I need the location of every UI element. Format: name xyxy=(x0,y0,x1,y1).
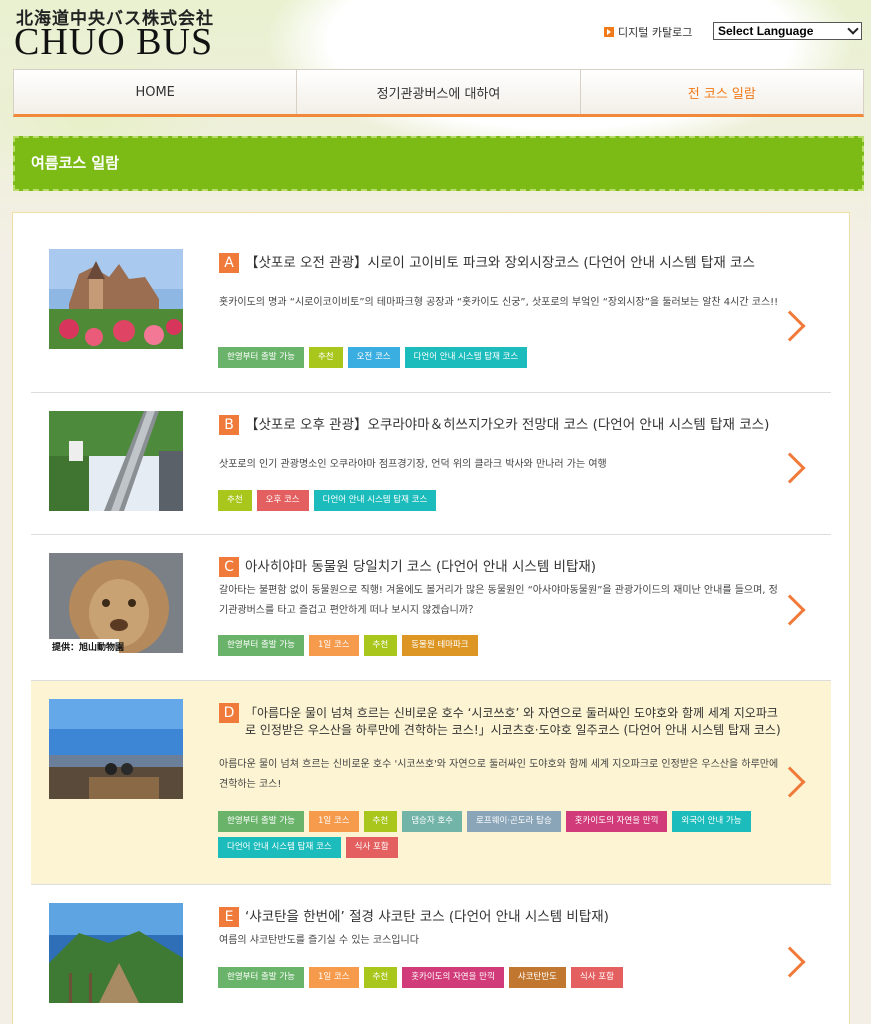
digital-catalog-label: 디지털 카탈로그 xyxy=(618,26,693,39)
tag: 추천 xyxy=(363,635,398,656)
course-description: 갈아타는 불편함 없이 동물원으로 직행! 겨울에도 볼거리가 많은 동물원인 … xyxy=(219,585,778,616)
tag: 한영부터 출발 가능 xyxy=(218,347,304,368)
tag: 1일 코스 xyxy=(308,967,359,988)
tag: 1일 코스 xyxy=(308,811,359,832)
tag: 오전 코스 xyxy=(347,347,400,368)
course-description: 여름의 샤코탄반도를 즐기실 수 있는 코스입니다 xyxy=(219,935,419,946)
course-description: 홋카이도의 명과 “시로이코이비토”의 테마파크형 공장과 “홋카이도 신궁”,… xyxy=(219,297,779,308)
tag: 추천 xyxy=(308,347,343,368)
course-tags: 한영부터 출발 가능 1일 코스 추천 홋카이도의 자연을 만끽 샤코탄반도 식… xyxy=(218,967,788,988)
course-thumbnail[interactable] xyxy=(49,249,183,349)
course-tags: 추천 오후 코스 다언어 안내 시스템 탑재 코스 xyxy=(218,490,788,511)
tag: 다언어 안내 시스템 탑재 코스 xyxy=(313,490,437,511)
thumbnail-caption: 提供：旭山動物園 xyxy=(52,643,125,653)
tag: 한영부터 출발 가능 xyxy=(218,967,304,988)
course-thumbnail[interactable] xyxy=(49,903,183,1003)
course-letter: D xyxy=(219,703,239,723)
tag: 홋카이도의 자연을 만끽 xyxy=(565,811,668,832)
tag: 동물원 테마파크 xyxy=(402,635,478,656)
course-letter: C xyxy=(219,557,239,577)
tag: 추천 xyxy=(363,811,398,832)
course-title[interactable]: 아사히야마 동물원 당일치기 코스 (다언어 안내 시스템 비탑재) xyxy=(245,559,785,576)
nav-home[interactable]: HOME xyxy=(14,70,298,114)
tag: 한영부터 출발 가능 xyxy=(218,635,304,656)
tag: 추천 xyxy=(363,967,398,988)
section-title: 여름코스 일람 xyxy=(13,136,864,191)
nav-about[interactable]: 정기관광버스에 대하여 xyxy=(297,70,581,114)
tag: 샤코탄반도 xyxy=(508,967,566,988)
course-letter: E xyxy=(219,907,239,927)
logo-english[interactable]: CHUO BUS xyxy=(14,22,213,62)
tag: 댐승자 호수 xyxy=(402,811,462,832)
tag: 외국어 안내 가능 xyxy=(672,811,751,832)
tag: 로프웨이·곤도라 탑승 xyxy=(467,811,561,832)
tag: 식사 포함 xyxy=(345,837,398,858)
play-arrow-icon xyxy=(604,27,614,37)
course-letter: A xyxy=(219,253,239,273)
course-tags: 한영부터 출발 가능 1일 코스 추천 동물원 테마파크 xyxy=(218,635,788,656)
course-title[interactable]: ‘샤코탄을 한번에’ 절경 샤코탄 코스 (다언어 안내 시스템 비탑재) xyxy=(245,909,785,926)
course-thumbnail[interactable] xyxy=(49,699,183,799)
course-list: A 【삿포로 오전 관광】시로이 고이비토 파크와 장외시장코스 (다언어 안내… xyxy=(12,212,850,1024)
course-thumbnail[interactable]: 提供：旭山動物園 xyxy=(49,553,183,653)
tag: 1일 코스 xyxy=(308,635,359,656)
tag: 홋카이도의 자연을 만끽 xyxy=(402,967,504,988)
digital-catalog-link[interactable]: 디지털 카탈로그 xyxy=(604,24,692,40)
nav-all-courses[interactable]: 전 코스 일람 xyxy=(581,70,863,114)
language-select-value: Select Language xyxy=(718,24,814,38)
language-select[interactable]: Select Language xyxy=(713,22,862,40)
tag: 한영부터 출발 가능 xyxy=(218,811,304,832)
main-nav: HOME 정기관광버스에 대하여 전 코스 일람 xyxy=(13,69,864,117)
course-item-d[interactable]: D 「아름다운 물이 넘쳐 흐르는 신비로운 호수 ‘시코쓰호’ 와 자연으로 … xyxy=(31,681,831,885)
header: 北海道中央バス株式会社 CHUO BUS 디지털 카탈로그 Select Lan… xyxy=(0,0,871,66)
course-title[interactable]: 「아름다운 물이 넘쳐 흐르는 신비로운 호수 ‘시코쓰호’ 와 자연으로 둘러… xyxy=(245,705,785,739)
course-description: 아름다운 물이 넘쳐 흐르는 신비로운 호수 '시코쓰호'와 자연으로 둘러싸인… xyxy=(219,759,779,790)
chevron-right-icon[interactable] xyxy=(774,310,806,342)
course-thumbnail[interactable] xyxy=(49,411,183,511)
course-tags: 한영부터 출발 가능 1일 코스 추천 댐승자 호수 로프웨이·곤도라 탑승 홋… xyxy=(218,811,788,858)
course-tags: 한영부터 출발 가능 추천 오전 코스 다언어 안내 시스템 탑재 코스 xyxy=(218,347,788,368)
course-description: 삿포로의 인기 관광명소인 오쿠라야마 점프경기장, 언덕 위의 클라크 박사와… xyxy=(219,459,607,470)
tag: 추천 xyxy=(218,490,252,511)
course-title-text: 「아름다운 물이 넘쳐 흐르는 신비로운 호수 ‘시코쓰호’ 와 자연으로 둘러… xyxy=(245,706,781,737)
tag: 오후 코스 xyxy=(256,490,309,511)
chevron-down-icon xyxy=(847,23,859,35)
course-title[interactable]: 【삿포로 오후 관광】오쿠라야마＆히쓰지가오카 전망대 코스 (다언어 안내 시… xyxy=(245,417,785,434)
course-item-a[interactable]: A 【삿포로 오전 관광】시로이 고이비토 파크와 장외시장코스 (다언어 안내… xyxy=(31,227,831,393)
course-letter: B xyxy=(219,415,239,435)
course-title[interactable]: 【삿포로 오전 관광】시로이 고이비토 파크와 장외시장코스 (다언어 안내 시… xyxy=(245,255,785,272)
tag: 다언어 안내 시스템 탑재 코스 xyxy=(218,837,341,858)
tag: 다언어 안내 시스템 탑재 코스 xyxy=(404,347,528,368)
course-item-b[interactable]: B 【삿포로 오후 관광】오쿠라야마＆히쓰지가오카 전망대 코스 (다언어 안내… xyxy=(31,393,831,535)
course-item-e[interactable]: E ‘샤코탄을 한번에’ 절경 샤코탄 코스 (다언어 안내 시스템 비탑재) … xyxy=(31,885,831,1024)
course-item-c[interactable]: 提供：旭山動物園 C 아사히야마 동물원 당일치기 코스 (다언어 안내 시스템… xyxy=(31,535,831,681)
tag: 식사 포함 xyxy=(570,967,623,988)
